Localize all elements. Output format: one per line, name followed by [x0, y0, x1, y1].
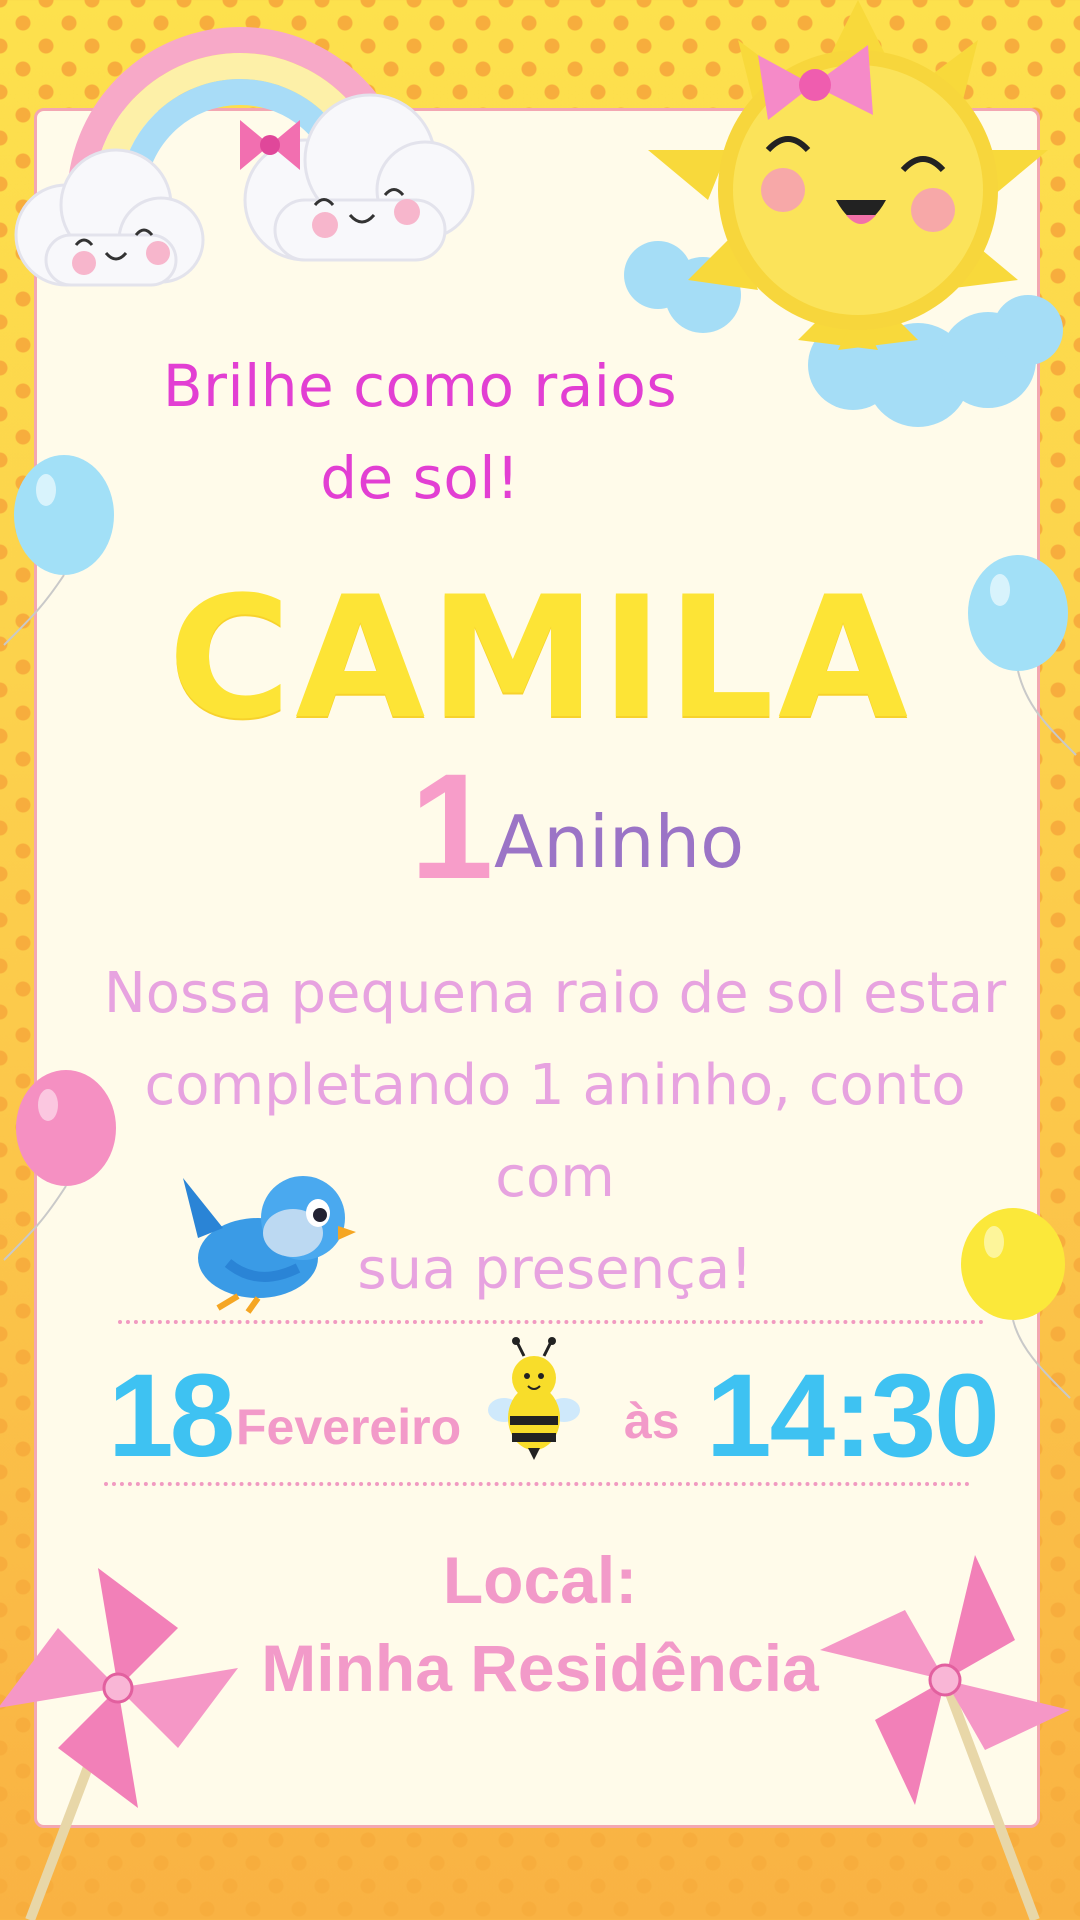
event-at: às [624, 1393, 680, 1449]
tagline-line-2: de sol! [320, 444, 520, 512]
bird-icon [183, 1176, 356, 1314]
location: Local: Minha Residência [200, 1536, 880, 1712]
divider-top [118, 1320, 984, 1324]
event-month: Fevereiro [236, 1399, 462, 1455]
location-label: Local: [442, 1543, 638, 1617]
bee-icon [488, 1337, 580, 1460]
tagline: Brilhe como raios de sol! [120, 340, 720, 524]
event-day: 18 [108, 1350, 235, 1482]
message-line-1: Nossa pequena raio de sol estar [103, 961, 1007, 1026]
child-name: CAMILA [167, 560, 913, 756]
balloon-icon [968, 555, 1077, 756]
cloud-icon [240, 93, 475, 262]
age-label: Aninho [494, 800, 745, 884]
cloud-icon [14, 148, 205, 287]
event-time: 14:30 [706, 1350, 1000, 1482]
pinwheel-icon [0, 1568, 238, 1920]
age-number: 1 [410, 742, 494, 910]
location-value: Minha Residência [261, 1631, 819, 1705]
pinwheel-icon [820, 1555, 1070, 1920]
tagline-line-1: Brilhe como raios [162, 352, 678, 420]
divider-bottom [104, 1482, 970, 1486]
balloon-icon [3, 455, 114, 646]
